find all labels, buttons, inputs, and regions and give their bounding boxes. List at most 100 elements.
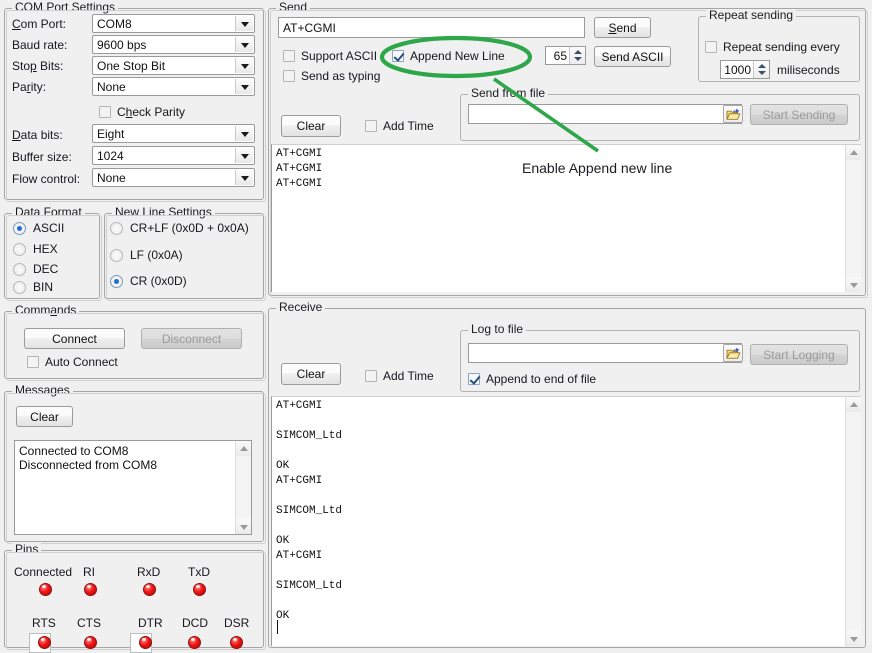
chevron-down-icon[interactable]	[236, 519, 251, 534]
new-line-option-crlf[interactable]: CR+LF (0x0D + 0x0A)	[110, 221, 249, 235]
chevron-down-icon[interactable]	[235, 16, 253, 31]
chevron-down-icon[interactable]	[846, 277, 861, 292]
buffer-size-select[interactable]: 1024	[92, 146, 255, 165]
chevron-up-icon[interactable]	[236, 441, 251, 456]
stepper-buttons[interactable]	[753, 61, 769, 78]
data-format-option-ascii[interactable]: ASCII	[13, 221, 64, 235]
data-format-option-bin[interactable]: BIN	[13, 280, 53, 294]
chevron-down-icon[interactable]	[235, 126, 253, 141]
checkbox-box[interactable]	[283, 70, 295, 82]
receive-log-scrollbar[interactable]	[845, 397, 861, 646]
start-sending-button[interactable]: Start Sending	[750, 104, 848, 125]
data-bits-value: Eight	[97, 127, 124, 141]
chevron-down-icon[interactable]	[235, 58, 253, 73]
radio-dot[interactable]	[13, 281, 26, 294]
messages-log[interactable]: Connected to COM8 Disconnected from COM8	[14, 440, 252, 535]
folder-open-icon[interactable]	[723, 105, 743, 123]
receive-log-lines: AT+CGMI SIMCOM_Ltd OK AT+CGMI SIMCOM_Ltd…	[276, 399, 845, 639]
checkbox-box[interactable]	[392, 50, 404, 62]
send-log-scrollbar[interactable]	[845, 145, 861, 292]
radio-dot[interactable]	[13, 243, 26, 256]
append-to-end-of-file-checkbox[interactable]: Append to end of file	[468, 372, 596, 386]
chevron-down-icon[interactable]	[235, 79, 253, 94]
stop-bits-select[interactable]: One Stop Bit	[92, 56, 255, 75]
flow-control-value: None	[97, 171, 126, 185]
receive-log-line	[276, 489, 845, 504]
radio-dot[interactable]	[13, 222, 26, 235]
pin-label-dcd: DCD	[182, 616, 208, 630]
send-button[interactable]: Send	[594, 17, 651, 38]
checkbox-box[interactable]	[27, 356, 39, 368]
messages-clear-button[interactable]: Clear	[16, 406, 73, 427]
parity-select[interactable]: None	[92, 77, 255, 96]
radio-dot[interactable]	[110, 249, 123, 262]
new-line-cr-label: CR (0x0D)	[130, 274, 187, 288]
send-ascii-button[interactable]: Send ASCII	[594, 46, 671, 67]
chevron-down-icon[interactable]	[235, 148, 253, 163]
text-caret	[277, 620, 278, 634]
checkbox-box[interactable]	[99, 106, 111, 118]
baud-rate-value: 9600 bps	[97, 38, 146, 52]
new-line-option-lf[interactable]: LF (0x0A)	[110, 248, 183, 262]
receive-log-line	[276, 594, 845, 609]
checkbox-box[interactable]	[365, 120, 377, 132]
pin-label-dtr: DTR	[138, 616, 163, 630]
send-file-path-input[interactable]	[468, 104, 742, 124]
serial-terminal-window: COM Port Settings Com Port: COM8 Baud ra…	[0, 0, 872, 646]
folder-open-icon[interactable]	[723, 344, 743, 362]
append-new-line-label: Append New Line	[410, 49, 505, 63]
send-command-input[interactable]: AT+CGMI	[278, 17, 585, 38]
receive-title: Receive	[276, 301, 325, 313]
pin-led-dsr	[230, 636, 243, 649]
connect-button[interactable]: Connect	[24, 328, 125, 349]
pin-led-rts	[38, 636, 51, 649]
pin-led-ri	[84, 583, 97, 596]
new-line-option-cr[interactable]: CR (0x0D)	[110, 274, 187, 288]
chevron-down-icon[interactable]	[846, 631, 861, 646]
support-ascii-checkbox[interactable]: Support ASCII	[283, 49, 377, 63]
checkbox-box[interactable]	[365, 370, 377, 382]
checkbox-box[interactable]	[705, 41, 717, 53]
messages-scrollbar[interactable]	[235, 441, 251, 534]
log-file-path-input[interactable]	[468, 343, 742, 363]
start-logging-button[interactable]: Start Logging	[750, 344, 848, 365]
chevron-down-icon[interactable]	[235, 37, 253, 52]
append-new-line-checkbox[interactable]: Append New Line	[392, 49, 505, 63]
checkbox-box[interactable]	[468, 373, 480, 385]
send-add-time-checkbox[interactable]: Add Time	[365, 119, 434, 133]
flow-control-select[interactable]: None	[92, 168, 255, 187]
pin-led-dcd	[188, 636, 201, 649]
stepper-buttons[interactable]	[569, 47, 585, 64]
receive-clear-button[interactable]: Clear	[281, 363, 341, 385]
checkbox-box[interactable]	[283, 50, 295, 62]
data-format-option-dec[interactable]: DEC	[13, 262, 58, 276]
auto-connect-checkbox[interactable]: Auto Connect	[27, 355, 118, 369]
ascii-code-stepper[interactable]: 65	[545, 46, 586, 65]
repeat-sending-checkbox[interactable]: Repeat sending every	[705, 40, 840, 54]
com-port-label: Com Port:	[12, 17, 66, 31]
radio-dot[interactable]	[110, 275, 123, 288]
com-port-value: COM8	[97, 17, 132, 31]
pin-label-rxd: RxD	[137, 565, 160, 579]
chevron-up-icon[interactable]	[846, 145, 861, 160]
radio-dot[interactable]	[110, 222, 123, 235]
pin-label-cts: CTS	[77, 616, 101, 630]
com-port-select[interactable]: COM8	[92, 14, 255, 33]
repeat-interval-stepper[interactable]: 1000	[720, 60, 770, 79]
pin-led-cts	[84, 636, 97, 649]
send-as-typing-checkbox[interactable]: Send as typing	[283, 69, 380, 83]
append-to-end-label: Append to end of file	[486, 372, 596, 386]
parity-label: Parity:	[12, 80, 46, 94]
receive-log[interactable]: AT+CGMI SIMCOM_Ltd OK AT+CGMI SIMCOM_Ltd…	[271, 396, 861, 646]
send-clear-button[interactable]: Clear	[281, 115, 341, 137]
receive-add-time-checkbox[interactable]: Add Time	[365, 369, 434, 383]
check-parity-checkbox[interactable]: Check Parity	[99, 105, 185, 119]
chevron-up-icon[interactable]	[846, 397, 861, 412]
data-bits-select[interactable]: Eight	[92, 124, 255, 143]
baud-rate-select[interactable]: 9600 bps	[92, 35, 255, 54]
radio-dot[interactable]	[13, 263, 26, 276]
chevron-down-icon[interactable]	[235, 170, 253, 185]
data-format-option-hex[interactable]: HEX	[13, 242, 58, 256]
disconnect-button[interactable]: Disconnect	[141, 328, 242, 349]
receive-log-line: OK	[276, 459, 845, 474]
